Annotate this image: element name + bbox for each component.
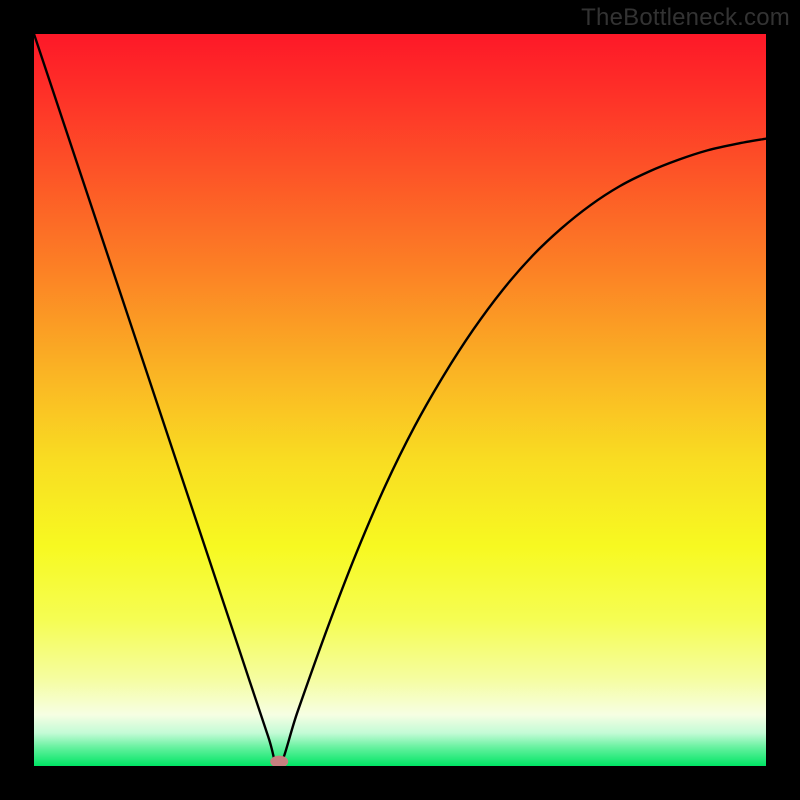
watermark-text: TheBottleneck.com [581, 4, 790, 32]
chart-frame: TheBottleneck.com [0, 0, 800, 800]
chart-canvas [34, 34, 766, 766]
plot-area [34, 34, 766, 766]
chart-background [34, 34, 766, 766]
